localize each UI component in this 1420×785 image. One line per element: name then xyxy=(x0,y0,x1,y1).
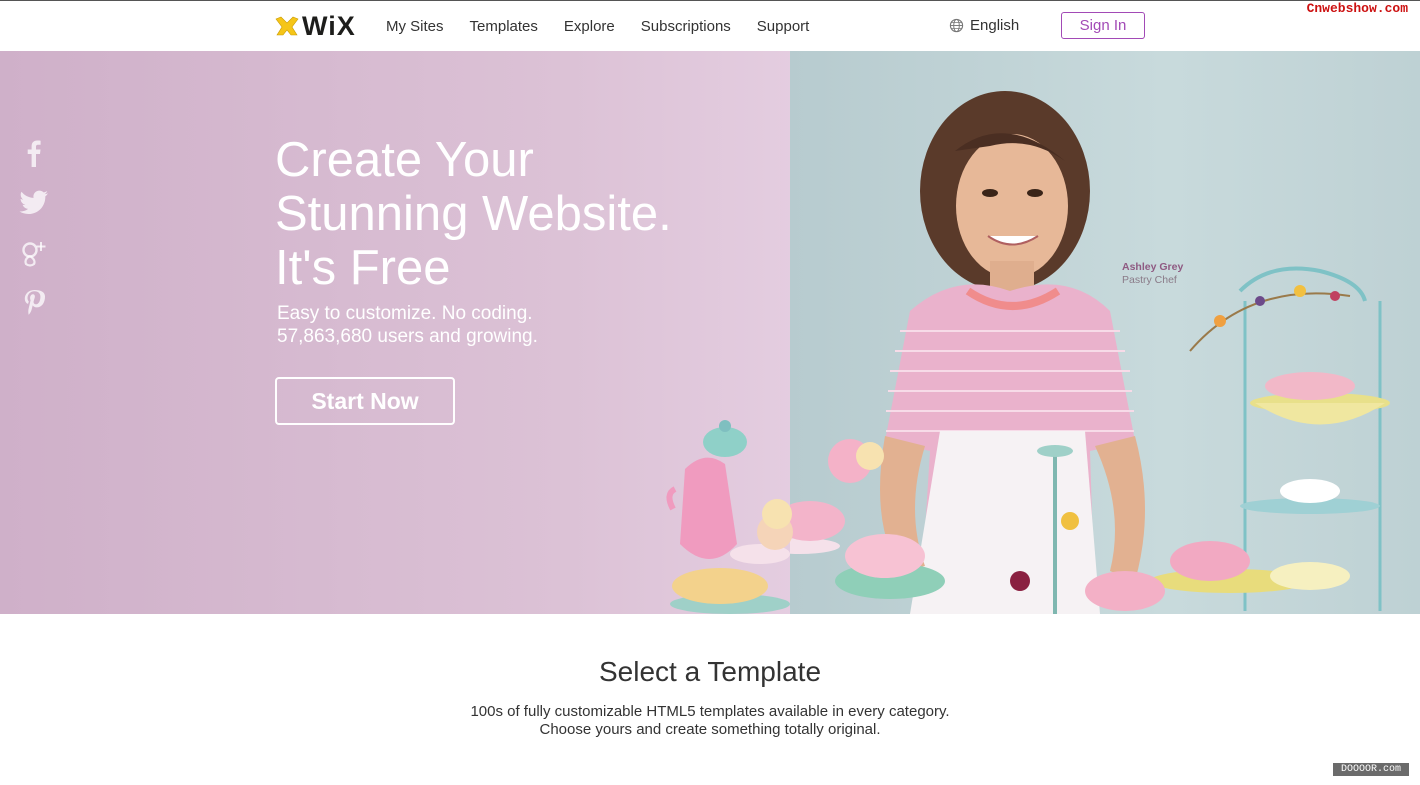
headline-line: Create Your xyxy=(275,133,534,187)
watermark-top: Cnwebshow.com xyxy=(1306,1,1408,16)
wix-crown-icon xyxy=(275,16,299,36)
nav-subscriptions[interactable]: Subscriptions xyxy=(641,18,731,35)
hero-banner: Create Your Stunning Website. It's Free … xyxy=(0,51,1420,614)
headline-line: Stunning Website. xyxy=(275,187,672,241)
credit-role: Pastry Chef xyxy=(1122,274,1177,286)
section-description: 100s of fully customizable HTML5 templat… xyxy=(0,703,1420,739)
language-selector[interactable]: English xyxy=(949,17,1019,34)
photo-credit: Ashley Grey Pastry Chef xyxy=(1122,261,1183,287)
start-now-button[interactable]: Start Now xyxy=(275,377,455,425)
main-nav: My Sites Templates Explore Subscriptions… xyxy=(386,18,809,35)
nav-my-sites[interactable]: My Sites xyxy=(386,18,444,35)
description-line: 100s of fully customizable HTML5 templat… xyxy=(470,703,950,720)
language-label: English xyxy=(970,17,1020,34)
watermark-bottom: DOOOOR.com xyxy=(1333,763,1409,776)
hero-left-decor xyxy=(666,420,793,614)
description-line: Choose yours and create something totall… xyxy=(539,721,881,738)
wix-logo[interactable]: WiX xyxy=(274,11,356,41)
google-plus-icon[interactable] xyxy=(18,239,50,267)
user-count-line: 57,863,680 users and growing. xyxy=(277,326,538,347)
hero-subline: Easy to customize. No coding. 57,863,680… xyxy=(277,302,538,348)
sign-in-button[interactable]: Sign In xyxy=(1061,12,1145,39)
section-title: Select a Template xyxy=(598,656,822,687)
hero-photo xyxy=(790,51,1420,614)
social-links xyxy=(18,139,50,317)
hero-headline: Create Your Stunning Website. It's Free xyxy=(275,133,755,295)
twitter-icon[interactable] xyxy=(18,189,50,217)
nav-explore[interactable]: Explore xyxy=(564,18,615,35)
logo-text: WiX xyxy=(302,10,356,41)
headline-line: It's Free xyxy=(275,241,451,295)
nav-support[interactable]: Support xyxy=(757,18,810,35)
top-navbar: WiX My Sites Templates Explore Subscript… xyxy=(0,1,1420,52)
nav-templates[interactable]: Templates xyxy=(470,18,538,35)
pinterest-icon[interactable] xyxy=(18,289,50,317)
facebook-icon[interactable] xyxy=(18,139,50,167)
subline-line: Easy to customize. No coding. xyxy=(277,303,533,324)
credit-name: Ashley Grey xyxy=(1122,261,1184,273)
globe-icon xyxy=(949,18,964,33)
hero-illustration xyxy=(790,91,1390,614)
